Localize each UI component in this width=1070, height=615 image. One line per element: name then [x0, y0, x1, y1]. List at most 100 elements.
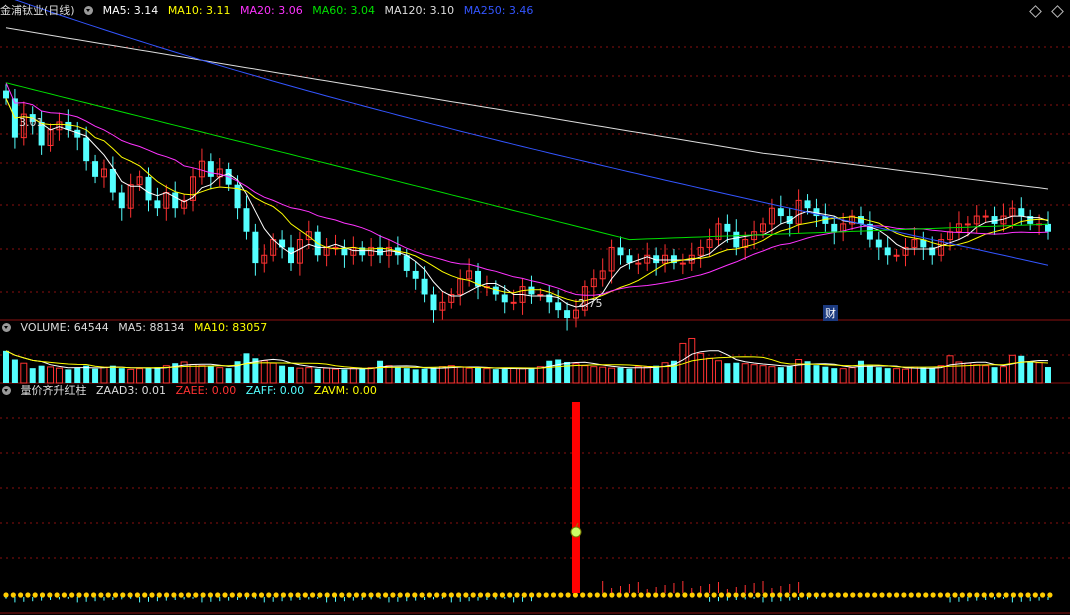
volume-bar-down — [626, 368, 633, 383]
candle-body-down — [617, 247, 624, 256]
indicator-baseline-dot — [740, 592, 746, 598]
indicator-baseline-dot — [660, 592, 666, 598]
volume-bar-up — [893, 368, 901, 384]
zaff-label: ZAFF: 0.00 — [245, 384, 305, 397]
indicator-baseline-dot — [645, 592, 652, 598]
indicator-baseline-dot — [485, 592, 491, 598]
indicator-baseline-dot — [237, 592, 243, 598]
indicator-baseline-dot — [915, 592, 922, 598]
indicator-baseline-dot — [696, 592, 703, 598]
low-price-annotation: 2.75 — [578, 297, 603, 310]
indicator-baseline-dot — [412, 592, 418, 598]
volume-bar-up — [510, 367, 518, 384]
indicator-baseline-dot — [25, 592, 31, 598]
volume-bar-up — [305, 367, 313, 384]
indicator-baseline-dot — [112, 592, 119, 598]
indicator-baseline-dot — [894, 592, 900, 598]
ma10-label: MA10: 3.11 — [167, 4, 231, 17]
indicator-baseline-dot — [215, 592, 221, 598]
indicator-baseline-dot — [653, 592, 659, 598]
candle-body-down — [804, 200, 811, 209]
volume-bar-down — [546, 360, 553, 383]
finance-event-marker[interactable]: 财 — [823, 305, 838, 321]
indicator-baseline-dot — [288, 592, 294, 598]
volume-bar-down — [920, 367, 927, 383]
volume-bar-down — [777, 367, 784, 383]
indicator-baseline-dot — [711, 592, 717, 598]
indicator-baseline-dot — [47, 592, 53, 598]
indicator-baseline-dot — [448, 592, 454, 598]
indicator-baseline-dot — [499, 592, 505, 598]
indicator-baseline-dot — [310, 592, 316, 598]
indicator-menu-dropdown-icon[interactable] — [2, 386, 11, 395]
indicator-baseline-dot — [981, 592, 987, 598]
volume-bar-down — [555, 359, 562, 383]
volume-bar-up — [47, 366, 55, 384]
candle-body-down — [109, 169, 116, 193]
volume-bar-down — [1027, 361, 1034, 383]
volume-bar-down — [359, 368, 366, 383]
volume-bar-down — [724, 363, 731, 383]
indicator-baseline-dot — [842, 592, 849, 598]
indicator-baseline-dot — [251, 592, 257, 598]
indicator-baseline-dot — [667, 592, 673, 598]
indicator-baseline-dot — [317, 592, 323, 598]
indicator-baseline-dot — [631, 592, 637, 598]
volume-bar-down — [83, 365, 90, 383]
volume-bar-down — [412, 369, 419, 383]
indicator-baseline-dot — [821, 592, 827, 598]
indicator-baseline-dot — [762, 592, 768, 598]
volume-bar-up — [946, 355, 954, 384]
volume-bar-up — [296, 367, 304, 384]
indicator-baseline-dot — [996, 592, 1002, 598]
candle-body-down — [279, 239, 286, 248]
volume-bar-up — [634, 366, 642, 384]
ma-menu-dropdown-icon[interactable] — [84, 6, 94, 15]
candle-body-down — [831, 223, 838, 232]
volume-bar-down — [92, 368, 99, 383]
indicator-baseline-dot — [229, 592, 235, 598]
volume-bar-down — [118, 368, 125, 383]
indicator-baseline-dot — [258, 592, 265, 598]
volume-bar-up — [848, 367, 856, 384]
indicator-baseline-dot — [872, 592, 878, 598]
volume-bar-up — [750, 364, 758, 384]
volume-bar-up — [189, 363, 197, 384]
indicator-baseline-dot — [514, 592, 520, 598]
candle-body-down — [243, 208, 250, 232]
indicator-baseline-dot — [718, 592, 725, 598]
indicator-baseline-dot — [529, 592, 535, 598]
indicator-baseline-dot — [142, 592, 148, 598]
indicator-baseline-dot — [185, 592, 192, 598]
indicator-baseline-dot — [755, 592, 761, 598]
volume-bar-down — [1018, 355, 1025, 383]
indicator-baseline-dot — [1032, 592, 1038, 598]
indicator-baseline-dot — [908, 592, 914, 598]
indicator-baseline-dot — [397, 592, 403, 598]
indicator-baseline-dot — [784, 592, 790, 598]
volume-bar-down — [822, 366, 829, 383]
indicator-baseline-dot — [470, 592, 476, 598]
candle-body-up — [893, 254, 900, 257]
indicator-baseline-dot — [806, 592, 812, 598]
volume-bar-up — [20, 362, 28, 384]
indicator-baseline-dot — [375, 592, 381, 598]
volume-menu-dropdown-icon[interactable] — [2, 323, 11, 332]
volume-bar-up — [385, 365, 393, 384]
indicator-name-label: 量价齐升红柱 — [20, 384, 87, 397]
volume-bar-up — [438, 366, 446, 384]
volume-bar-down — [1045, 367, 1051, 383]
volume-bar-up — [136, 368, 144, 384]
indicator-baseline-dot — [98, 592, 104, 598]
indicator-baseline-dot — [39, 592, 46, 598]
zaad3-label: ZAAD3: 0.01 — [96, 384, 167, 397]
candle-body-down — [777, 208, 784, 217]
indicator-baseline-dot — [777, 592, 783, 598]
candle-body-down — [430, 294, 437, 311]
indicator-baseline-dot — [857, 592, 863, 598]
indicator-baseline-dot — [689, 592, 695, 598]
candle-body-down — [1045, 223, 1051, 232]
indicator-baseline-dot — [120, 592, 126, 598]
volume-bar-up — [332, 368, 340, 384]
indicator-baseline-dot — [390, 592, 396, 598]
